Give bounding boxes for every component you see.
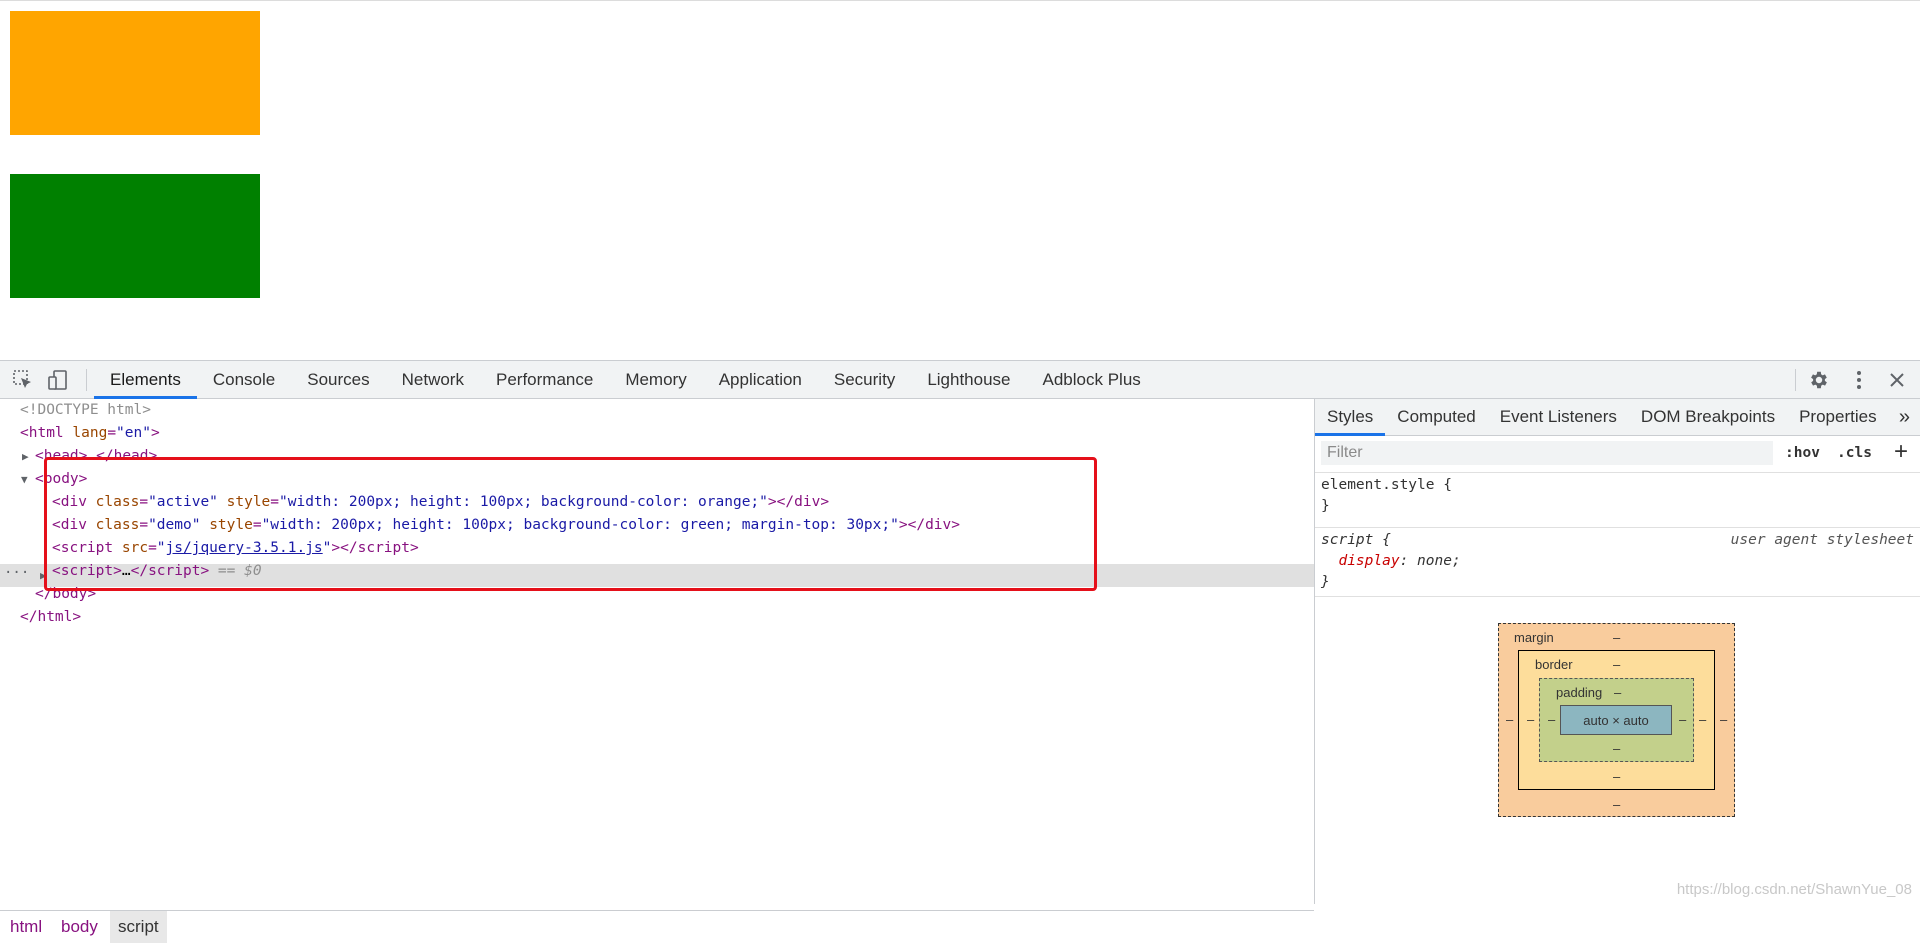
content-size-value: auto × auto bbox=[1583, 712, 1649, 728]
margin-top-value[interactable]: – bbox=[1613, 631, 1620, 645]
inspect-element-icon[interactable] bbox=[11, 368, 35, 392]
padding-label: padding bbox=[1556, 685, 1603, 700]
styles-sidebar: Styles Computed Event Listeners DOM Brea… bbox=[1315, 399, 1920, 904]
expand-arrow-head-icon[interactable]: ▶ bbox=[22, 450, 29, 463]
box-model-diagram: margin – – – – border – – – – padding – … bbox=[1498, 623, 1735, 817]
tab-properties[interactable]: Properties bbox=[1787, 399, 1888, 435]
more-vert-icon[interactable] bbox=[1847, 368, 1871, 392]
tab-security[interactable]: Security bbox=[818, 361, 911, 398]
tab-sources[interactable]: Sources bbox=[291, 361, 385, 398]
doctype-line[interactable]: <!DOCTYPE html> bbox=[20, 399, 151, 422]
html-attr-name: lang bbox=[72, 425, 108, 441]
tab-styles[interactable]: Styles bbox=[1315, 399, 1386, 436]
display-value: none; bbox=[1417, 553, 1461, 569]
margin-left-value[interactable]: – bbox=[1506, 713, 1513, 727]
tab-network[interactable]: Network bbox=[386, 361, 480, 398]
red-highlight-annotation bbox=[44, 457, 1097, 591]
border-bottom-value[interactable]: – bbox=[1613, 770, 1620, 784]
html-attr-value: "en" bbox=[116, 425, 151, 441]
toolbar-divider bbox=[86, 369, 87, 391]
user-agent-stylesheet-label: user agent stylesheet bbox=[1730, 532, 1914, 548]
device-toolbar-icon[interactable] bbox=[46, 368, 70, 392]
element-style-rule[interactable]: element.style { } bbox=[1315, 475, 1920, 525]
chevron-right-icon[interactable]: » bbox=[1899, 399, 1910, 435]
html-close-line[interactable]: </html> bbox=[20, 606, 81, 629]
margin-bottom-value[interactable]: – bbox=[1613, 798, 1620, 812]
margin-label: margin bbox=[1514, 630, 1554, 645]
border-label: border bbox=[1535, 657, 1573, 672]
box-model-content[interactable]: auto × auto bbox=[1560, 705, 1672, 735]
tab-lighthouse[interactable]: Lighthouse bbox=[911, 361, 1026, 398]
close-icon[interactable] bbox=[1885, 368, 1909, 392]
script-ua-rule[interactable]: script { user agent stylesheet display: … bbox=[1315, 530, 1920, 594]
tab-performance[interactable]: Performance bbox=[480, 361, 609, 398]
rule-divider bbox=[1315, 527, 1920, 528]
border-top-value[interactable]: – bbox=[1613, 658, 1620, 672]
html-close-tag-name: html bbox=[37, 609, 73, 625]
tab-memory[interactable]: Memory bbox=[609, 361, 702, 398]
add-rule-icon[interactable]: + bbox=[1894, 436, 1908, 468]
orange-box bbox=[10, 11, 260, 135]
doctype-text: <!DOCTYPE html> bbox=[20, 402, 151, 418]
devtools-toolbar: Elements Console Sources Network Perform… bbox=[0, 361, 1920, 399]
tab-dom-breakpoints[interactable]: DOM Breakpoints bbox=[1629, 399, 1787, 435]
toolbar-divider-right bbox=[1795, 369, 1796, 391]
display-property: display bbox=[1338, 553, 1400, 569]
breadcrumb-html[interactable]: html bbox=[2, 911, 50, 943]
tab-elements[interactable]: Elements bbox=[94, 361, 197, 399]
html-tag-name: html bbox=[28, 425, 64, 441]
margin-right-value[interactable]: – bbox=[1720, 713, 1727, 727]
border-left-value[interactable]: – bbox=[1527, 713, 1534, 727]
styles-filter-row: :hov .cls + bbox=[1315, 436, 1920, 473]
collapse-arrow-body-icon[interactable]: ▼ bbox=[21, 473, 28, 486]
script-rule-close: } bbox=[1321, 574, 1330, 590]
breadcrumb-body[interactable]: body bbox=[53, 911, 106, 943]
rule-divider-2 bbox=[1315, 596, 1920, 597]
html-open-line[interactable]: <html lang="en"> bbox=[20, 422, 160, 445]
breadcrumb-script[interactable]: script bbox=[110, 911, 167, 943]
padding-left-value[interactable]: – bbox=[1548, 713, 1555, 727]
breadcrumb: html body script bbox=[0, 910, 1314, 943]
tab-console[interactable]: Console bbox=[197, 361, 291, 398]
tab-computed[interactable]: Computed bbox=[1385, 399, 1487, 435]
padding-right-value[interactable]: – bbox=[1679, 713, 1686, 727]
page-top-border bbox=[0, 0, 1920, 1]
cls-toggle[interactable]: .cls bbox=[1837, 436, 1872, 470]
green-box bbox=[10, 174, 260, 298]
script-rule-selector: script bbox=[1321, 532, 1374, 548]
element-style-close: } bbox=[1321, 498, 1330, 514]
padding-bottom-value[interactable]: – bbox=[1613, 742, 1620, 756]
watermark: https://blog.csdn.net/ShawnYue_08 bbox=[1676, 881, 1912, 898]
border-right-value[interactable]: – bbox=[1699, 713, 1706, 727]
more-dots-icon[interactable]: ··· bbox=[4, 564, 29, 583]
devtools-tabs: Elements Console Sources Network Perform… bbox=[94, 361, 1157, 399]
tab-event-listeners[interactable]: Event Listeners bbox=[1488, 399, 1629, 435]
tab-adblock-plus[interactable]: Adblock Plus bbox=[1027, 361, 1157, 398]
styles-filter-input[interactable] bbox=[1321, 441, 1773, 465]
element-style-selector: element.style { bbox=[1321, 477, 1452, 493]
tab-application[interactable]: Application bbox=[703, 361, 818, 398]
styles-tabs: Styles Computed Event Listeners DOM Brea… bbox=[1315, 399, 1920, 436]
hov-toggle[interactable]: :hov bbox=[1785, 436, 1820, 470]
gear-icon[interactable] bbox=[1807, 368, 1831, 392]
devtools-panel: Elements Console Sources Network Perform… bbox=[0, 360, 1920, 943]
padding-top-value[interactable]: – bbox=[1614, 686, 1621, 700]
